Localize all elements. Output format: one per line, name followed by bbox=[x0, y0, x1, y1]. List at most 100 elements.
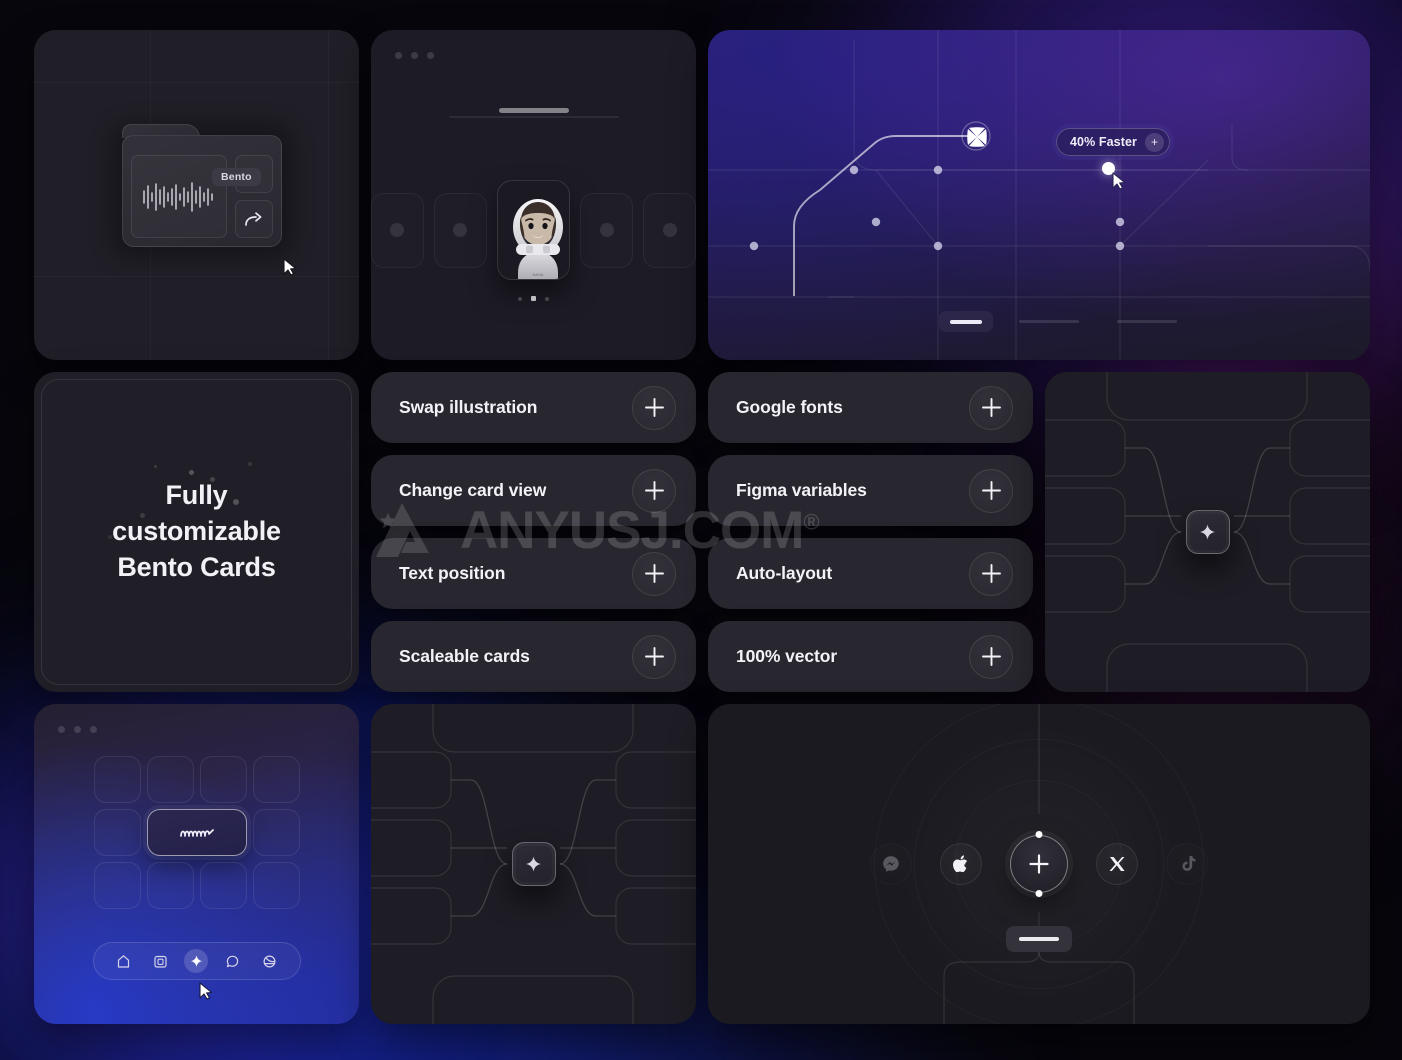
feature-pill-auto-layout[interactable]: Auto-layout bbox=[708, 538, 1033, 609]
key[interactable] bbox=[93, 809, 141, 856]
add-button[interactable] bbox=[632, 551, 676, 596]
feature-list-left: Swap illustration Change card view Text … bbox=[371, 372, 696, 692]
carousel-pager[interactable] bbox=[371, 296, 696, 301]
dock-item-chat[interactable] bbox=[221, 949, 245, 973]
particle bbox=[154, 465, 157, 468]
add-button[interactable] bbox=[632, 468, 676, 513]
feature-label: Figma variables bbox=[736, 480, 867, 500]
add-button[interactable] bbox=[969, 385, 1013, 430]
home-icon bbox=[118, 954, 130, 968]
add-button[interactable] bbox=[632, 634, 676, 679]
square-icon bbox=[153, 955, 167, 968]
badge-40-percent-faster[interactable]: 40% Faster + bbox=[1056, 128, 1171, 156]
add-button[interactable] bbox=[632, 385, 676, 430]
dock-item-square[interactable] bbox=[148, 949, 172, 973]
card-folder-preview[interactable]: Bento bbox=[34, 30, 359, 360]
key[interactable] bbox=[93, 862, 141, 909]
carousel-tile[interactable] bbox=[433, 192, 487, 268]
key[interactable] bbox=[252, 809, 300, 856]
feature-label: Scaleable cards bbox=[399, 646, 530, 666]
folder-slot-share[interactable] bbox=[235, 200, 273, 238]
pager-dot[interactable] bbox=[545, 296, 549, 301]
title-placeholder-bar bbox=[498, 108, 569, 113]
cursor-icon bbox=[283, 258, 297, 276]
dock-item-globe[interactable] bbox=[257, 949, 281, 973]
plus-icon bbox=[981, 481, 1001, 500]
share-arrow-icon bbox=[245, 212, 262, 226]
carousel-tile[interactable] bbox=[580, 192, 634, 268]
feature-list-right: Google fonts Figma variables Auto-layout bbox=[708, 372, 1033, 692]
svg-text:NASA: NASA bbox=[533, 272, 544, 277]
toolbar-primary-button[interactable] bbox=[939, 311, 993, 332]
key[interactable] bbox=[146, 862, 194, 909]
feature-label: 100% vector bbox=[736, 646, 838, 666]
cursor-icon bbox=[199, 982, 213, 1000]
toolbar-line bbox=[1019, 320, 1079, 323]
key-active-squiggle[interactable] bbox=[146, 809, 247, 856]
key[interactable] bbox=[93, 756, 141, 803]
feature-label: Change card view bbox=[399, 480, 547, 500]
carousel-active-tile[interactable]: NASA bbox=[496, 180, 571, 280]
node-toolbar bbox=[939, 311, 1177, 332]
feature-pill-google-fonts[interactable]: Google fonts bbox=[708, 372, 1033, 443]
hub-primary-button[interactable] bbox=[1006, 926, 1072, 952]
social-item-add-center[interactable] bbox=[1010, 831, 1068, 897]
bottom-dock[interactable] bbox=[92, 942, 301, 980]
particle bbox=[248, 462, 252, 466]
carousel-tile[interactable] bbox=[643, 192, 696, 268]
social-item-apple[interactable] bbox=[940, 843, 982, 885]
social-item-messenger[interactable] bbox=[870, 843, 912, 885]
card-astronaut-carousel[interactable]: NASA bbox=[371, 30, 696, 360]
dock-item-home[interactable] bbox=[112, 949, 136, 973]
feature-pill-text-position[interactable]: Text position bbox=[371, 538, 696, 609]
add-button[interactable] bbox=[969, 551, 1013, 596]
feature-pill-100-percent-vector[interactable]: 100% vector bbox=[708, 621, 1033, 692]
card-mindmap-middle[interactable] bbox=[371, 704, 696, 1024]
add-button[interactable] bbox=[969, 468, 1013, 513]
dock-item-add-active[interactable] bbox=[184, 949, 209, 973]
card-mindmap-right[interactable] bbox=[1045, 372, 1370, 692]
key[interactable] bbox=[252, 756, 300, 803]
badge-plus-button[interactable]: + bbox=[1145, 132, 1165, 152]
handle-dot-bottom[interactable] bbox=[1035, 890, 1043, 897]
move-handle-icon[interactable] bbox=[963, 123, 991, 151]
badge-label: 40% Faster bbox=[1070, 135, 1138, 149]
globe-icon bbox=[263, 954, 276, 968]
feature-label: Text position bbox=[399, 563, 506, 583]
mindmap-center-node[interactable] bbox=[511, 842, 556, 886]
key[interactable] bbox=[199, 862, 247, 909]
astronaut-avatar: NASA bbox=[497, 181, 570, 279]
waveform-panel bbox=[131, 155, 227, 238]
carousel-tile[interactable] bbox=[371, 192, 424, 268]
pager-dot-active[interactable] bbox=[531, 296, 536, 301]
feature-pill-figma-variables[interactable]: Figma variables bbox=[708, 455, 1033, 526]
plus-sparkle-icon bbox=[526, 856, 541, 871]
card-node-graph[interactable]: 40% Faster + bbox=[708, 30, 1370, 360]
tiktok-icon bbox=[1182, 856, 1195, 871]
folder-illustration bbox=[114, 124, 290, 255]
pager-dot[interactable] bbox=[518, 296, 522, 301]
mindmap-center-node[interactable] bbox=[1185, 510, 1230, 554]
guide-line bbox=[34, 82, 359, 83]
feature-pill-change-card-view[interactable]: Change card view bbox=[371, 455, 696, 526]
title-placeholder-line bbox=[448, 116, 619, 118]
add-button[interactable] bbox=[969, 634, 1013, 679]
key[interactable] bbox=[199, 756, 247, 803]
key-row bbox=[88, 756, 306, 803]
card-social-hub[interactable] bbox=[708, 704, 1370, 1024]
waveform-icon bbox=[143, 181, 213, 212]
key[interactable] bbox=[146, 756, 194, 803]
key[interactable] bbox=[252, 862, 300, 909]
plus-icon bbox=[644, 647, 664, 666]
feature-label: Google fonts bbox=[736, 397, 843, 417]
card-keyboard-dock[interactable] bbox=[34, 704, 359, 1024]
social-item-tiktok[interactable] bbox=[1166, 843, 1208, 885]
handle-dot-top[interactable] bbox=[1035, 831, 1043, 838]
feature-pill-swap-illustration[interactable]: Swap illustration bbox=[371, 372, 696, 443]
feature-pill-scaleable-cards[interactable]: Scaleable cards bbox=[371, 621, 696, 692]
guide-line bbox=[328, 30, 329, 360]
plus-sparkle-icon bbox=[1200, 524, 1215, 539]
social-item-x-twitter[interactable] bbox=[1096, 843, 1138, 885]
plus-icon bbox=[1029, 854, 1049, 874]
card-heading: Fully customizable Bento Cards bbox=[34, 372, 359, 692]
